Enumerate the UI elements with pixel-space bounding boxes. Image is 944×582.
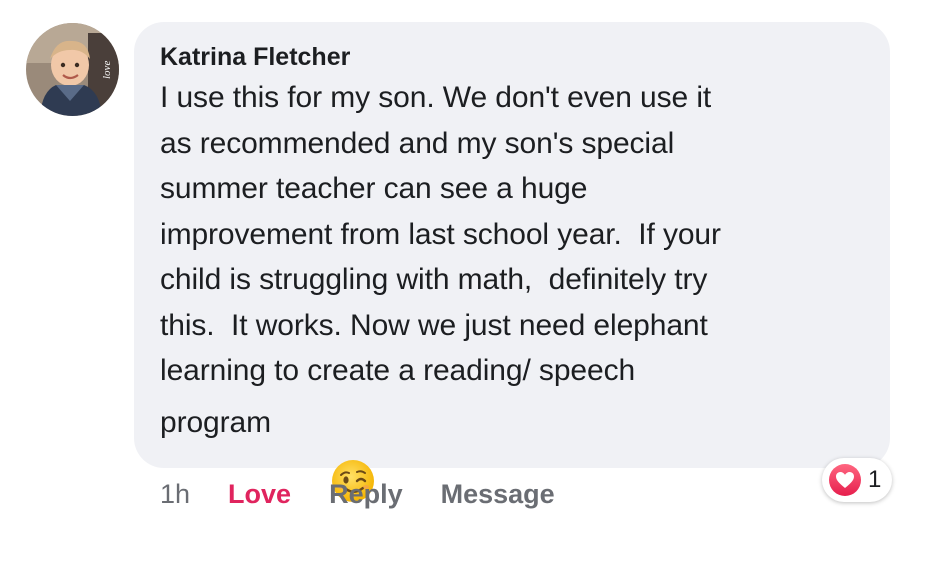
reaction-count: 1	[868, 466, 882, 493]
avatar[interactable]: love	[26, 23, 119, 116]
comment-bubble: Katrina Fletcher I use this for my son. …	[134, 22, 890, 502]
reaction-summary[interactable]: 1	[822, 458, 892, 502]
comment-text-line-8: program	[160, 394, 870, 502]
love-button[interactable]: Love	[228, 479, 291, 510]
comment-text-line-3: summer teacher can see a huge	[160, 172, 588, 205]
comment-text-last-word: program	[160, 405, 272, 439]
comment-text-line-5: child is struggling with math, definitel…	[160, 263, 708, 296]
comment-text-line-2: as recommended and my son's special	[160, 126, 675, 160]
comment-text-line-7: learning to create a reading/ speech	[160, 354, 636, 387]
comment-text-line-6: this. It works. Now we just need elephan…	[160, 308, 708, 342]
message-button[interactable]: Message	[441, 479, 555, 510]
winking-face-icon	[281, 400, 375, 502]
comment-actions: 1h Love Reply Message	[160, 474, 555, 514]
reply-button[interactable]: Reply	[329, 479, 403, 510]
comment-text-line-1: I use this for my son. We don't even use…	[160, 81, 712, 114]
comment-text-line-4: improvement from last school year. If yo…	[160, 217, 721, 251]
comment-timestamp[interactable]: 1h	[160, 479, 190, 510]
svg-text:love: love	[101, 61, 113, 79]
comment-author[interactable]: Katrina Fletcher	[160, 40, 870, 74]
love-reaction-icon	[829, 464, 861, 496]
